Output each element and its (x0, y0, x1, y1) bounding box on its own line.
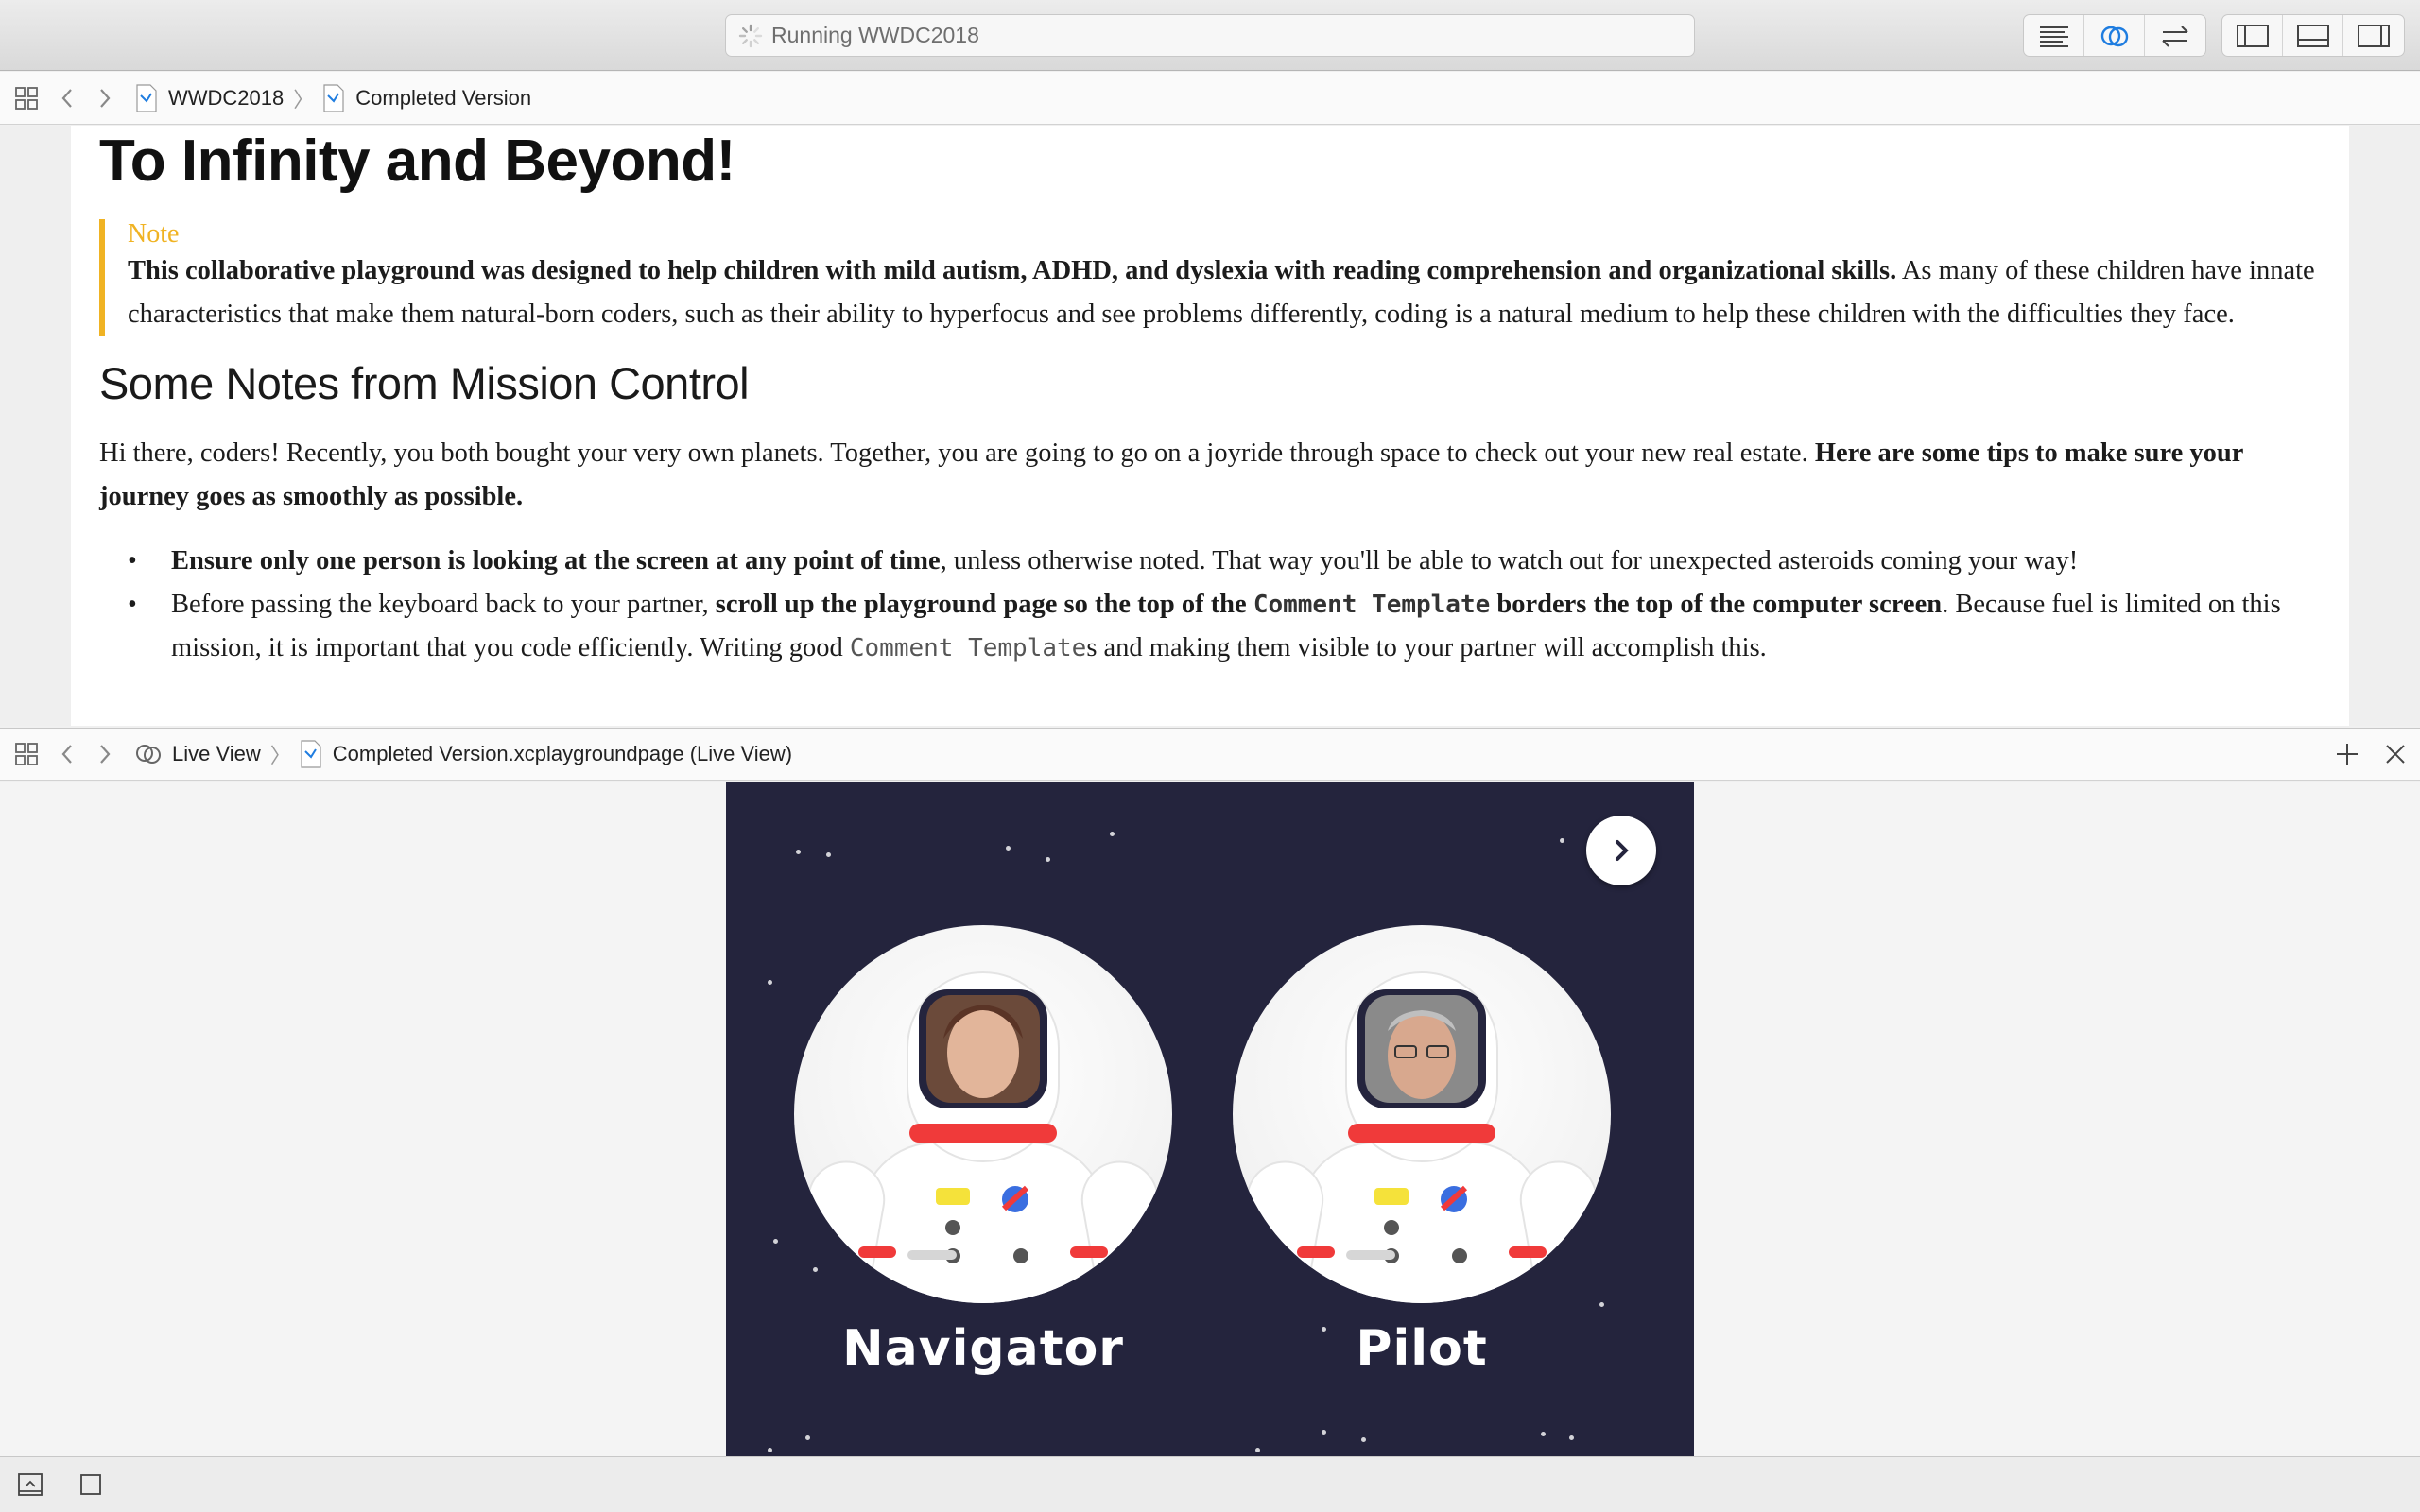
bottom-bar (0, 1456, 2420, 1512)
view-panels-control (2221, 14, 2405, 57)
astronaut-illustration (1235, 971, 1609, 1303)
forward-chevron-icon[interactable] (91, 741, 117, 767)
note-body: This collaborative playground was design… (128, 249, 2321, 336)
star (1322, 1430, 1326, 1435)
assistant-editor-button[interactable] (2084, 15, 2145, 56)
star (1560, 838, 1564, 843)
toggle-console-icon[interactable] (17, 1472, 43, 1497)
toggle-inspector-button[interactable] (2343, 15, 2404, 56)
editor-mode-control (2023, 14, 2206, 57)
star (1541, 1432, 1546, 1436)
arrows-swap-icon (2162, 25, 2188, 47)
live-view-area: Navigator Pilot (0, 782, 2420, 1456)
playground-editor[interactable]: To Infinity and Beyond! Note This collab… (0, 126, 2420, 726)
breadcrumb-page[interactable]: Completed Version (323, 83, 532, 112)
breadcrumb-label: Completed Version.xcplaygroundpage (Live… (332, 742, 793, 765)
standard-editor-button[interactable] (2024, 15, 2084, 56)
intro-paragraph: Hi there, coders! Recently, you both bou… (99, 432, 2321, 519)
back-chevron-icon[interactable] (55, 85, 81, 112)
bottom-panel-icon (2296, 24, 2329, 47)
linked-rings-icon (136, 745, 161, 764)
note-bold-text: This collaborative playground was design… (128, 256, 1897, 285)
breadcrumb-live-view[interactable]: Live View (134, 741, 261, 767)
star (796, 850, 801, 854)
forward-chevron-icon[interactable] (91, 85, 117, 112)
star (813, 1267, 818, 1272)
section-heading: Some Notes from Mission Control (99, 358, 750, 408)
pilot-label: Pilot (1356, 1320, 1488, 1377)
bullet-bold-text: scroll up the playground page so the top… (715, 590, 1253, 619)
bullet-text: Before passing the keyboard back to your… (171, 590, 716, 619)
list-item: Before passing the keyboard back to your… (128, 583, 2321, 670)
breadcrumb-separator-icon: 〉 (293, 87, 315, 112)
next-button[interactable] (1586, 816, 1656, 885)
lines-icon (2039, 26, 2068, 47)
star (1006, 846, 1011, 850)
page-file-icon (301, 740, 321, 768)
window-toolbar: Running WWDC2018 (0, 0, 2420, 71)
star (768, 980, 772, 985)
star (1046, 857, 1050, 862)
breadcrumb-live-page[interactable]: Completed Version.xcplaygroundpage (Live… (301, 740, 792, 768)
pilot-avatar[interactable] (1233, 925, 1611, 1303)
intro-text: Hi there, coders! Recently, you both bou… (99, 438, 1815, 468)
linked-rings-icon (2100, 26, 2128, 46)
page-title: To Infinity and Beyond! (99, 129, 735, 194)
activity-viewer: Running WWDC2018 (725, 14, 1695, 57)
navigator-label: Navigator (842, 1320, 1124, 1377)
bullet-text: , unless otherwise noted. That way you'l… (940, 546, 2079, 576)
bullet-bold-text: borders the top of the computer screen (1490, 590, 1943, 619)
add-editor-icon[interactable] (2335, 742, 2360, 766)
page-file-icon (323, 83, 344, 112)
related-items-grid-icon[interactable] (13, 741, 40, 767)
toggle-navigator-button[interactable] (2222, 15, 2283, 56)
star (1255, 1448, 1260, 1452)
live-view-jump-bar: Live View 〉 Completed Version.xcplaygrou… (0, 728, 2420, 781)
star (1361, 1437, 1366, 1442)
editor-jump-bar: WWDC2018 〉 Completed Version (0, 72, 2420, 125)
star (1110, 832, 1115, 836)
version-editor-button[interactable] (2145, 15, 2205, 56)
list-item: Ensure only one person is looking at the… (128, 540, 2321, 583)
breadcrumb-label: Live View (172, 742, 261, 765)
close-icon[interactable] (2384, 743, 2407, 765)
bullet-text: s and making them visible to your partne… (1086, 633, 1767, 662)
spinner-icon (738, 24, 763, 47)
tips-list: Ensure only one person is looking at the… (99, 540, 2321, 670)
bullet-bold-text: Ensure only one person is looking at the… (171, 546, 941, 576)
activity-status-text: Running WWDC2018 (771, 23, 979, 47)
live-view-actions (2335, 742, 2407, 766)
breadcrumb-label: WWDC2018 (168, 85, 285, 110)
note-label: Note (128, 219, 180, 249)
navigator-avatar[interactable] (794, 925, 1172, 1303)
star (805, 1435, 810, 1440)
playground-file-icon (136, 83, 157, 112)
rendered-markup: To Infinity and Beyond! Note This collab… (71, 126, 2349, 726)
stop-square-icon[interactable] (78, 1472, 104, 1497)
toggle-debug-area-button[interactable] (2283, 15, 2343, 56)
star (1569, 1435, 1574, 1440)
left-panel-icon (2236, 24, 2269, 47)
live-view-canvas[interactable]: Navigator Pilot (726, 782, 1694, 1456)
chevron-right-icon (1616, 840, 1629, 861)
breadcrumb-label: Completed Version (355, 85, 532, 110)
right-panel-icon (2358, 24, 2390, 47)
astronaut-illustration (796, 971, 1170, 1303)
related-items-grid-icon[interactable] (13, 85, 40, 112)
inline-code: Comment Template (849, 634, 1087, 662)
note-callout: Note This collaborative playground was d… (99, 219, 2321, 336)
star (1599, 1302, 1604, 1307)
breadcrumb-separator-icon: 〉 (269, 744, 291, 767)
inline-code: Comment Template (1253, 591, 1491, 619)
star (773, 1239, 778, 1244)
back-chevron-icon[interactable] (55, 741, 81, 767)
star (826, 852, 831, 857)
breadcrumb-playground[interactable]: WWDC2018 (136, 83, 285, 112)
star (768, 1448, 772, 1452)
